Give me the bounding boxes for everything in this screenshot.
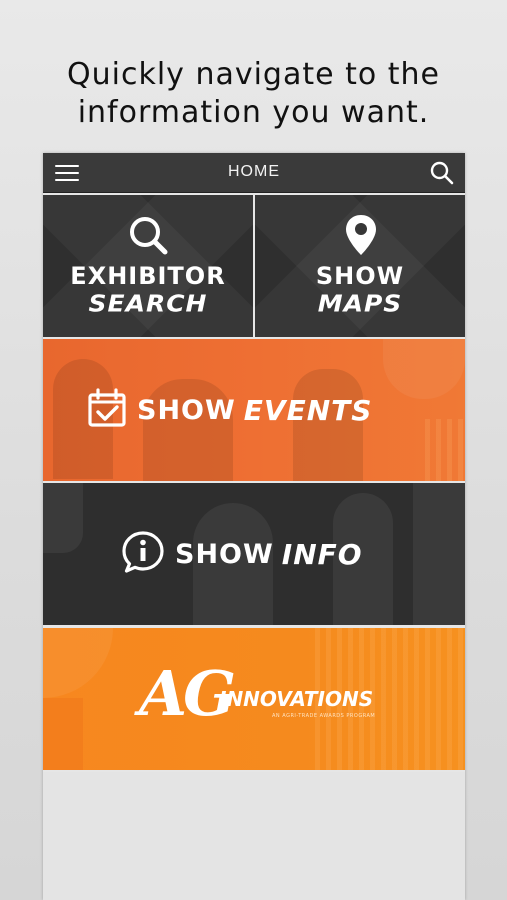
top-bar: HOME — [43, 153, 465, 193]
info-word: INFO — [281, 537, 363, 571]
calendar-check-icon — [87, 388, 127, 432]
innovations-logo-text: INNOVATIONS — [219, 687, 374, 711]
exhibitor-search-tile[interactable]: EXHIBITOR SEARCH — [43, 195, 253, 337]
show-events-tile[interactable]: SHOW EVENTS — [43, 339, 465, 481]
info-bubble-icon — [121, 530, 165, 578]
awards-program-text: AN AGRI-TRADE AWARDS PROGRAM — [272, 713, 376, 719]
page-title: HOME — [228, 163, 280, 180]
search-icon[interactable] — [429, 160, 455, 186]
search-label: SEARCH — [88, 290, 208, 317]
empty-content-area — [43, 772, 465, 900]
show-word: SHOW — [137, 394, 236, 426]
show-maps-tile[interactable]: SHOW MAPS — [255, 195, 465, 337]
show-events-label: SHOW EVENTS — [87, 339, 372, 481]
show-info-tile[interactable]: SHOW INFO — [43, 483, 465, 625]
maps-label: MAPS — [317, 290, 403, 317]
events-word: EVENTS — [243, 393, 373, 427]
magnifier-icon — [127, 215, 171, 261]
ag-innovations-tile[interactable]: AG INNOVATIONS AN AGRI-TRADE AWARDS PROG… — [43, 628, 465, 770]
ag-innovations-logo: AG INNOVATIONS AN AGRI-TRADE AWARDS PROG… — [139, 654, 379, 750]
show-word: SHOW — [175, 538, 274, 570]
headline-line-1: Quickly navigate to the — [66, 57, 440, 92]
show-info-label: SHOW INFO — [121, 483, 363, 625]
exhibitor-label: EXHIBITOR — [70, 262, 226, 290]
headline-line-2: information you want. — [77, 95, 430, 130]
app-screen: HOME EXHIBITOR SEARCH SHOW MAPS SHOW EVE… — [43, 153, 465, 900]
show-label: SHOW — [315, 262, 405, 290]
promo-headline: Quickly navigate to the information you … — [0, 56, 507, 132]
map-pin-icon — [344, 213, 378, 261]
